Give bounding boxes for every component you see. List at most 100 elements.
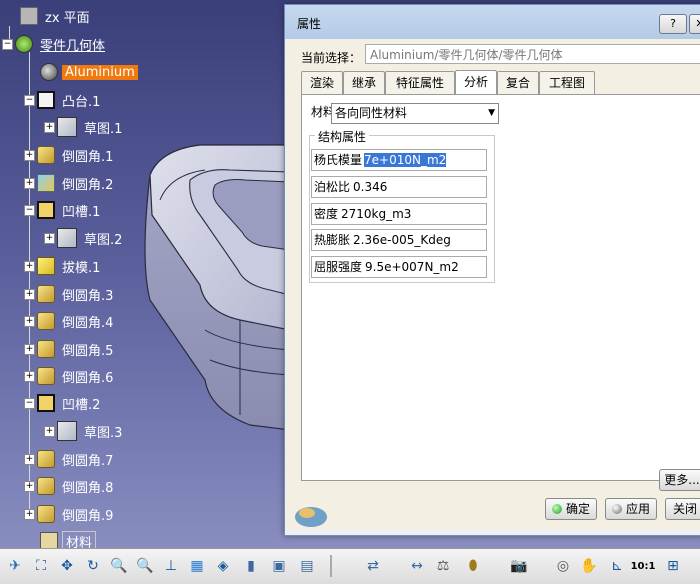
sketch-icon xyxy=(57,421,77,441)
expand-toggle[interactable]: + xyxy=(24,288,35,300)
property-label: 密度 xyxy=(314,207,339,221)
body-icon xyxy=(15,35,33,53)
property-value[interactable]: 0.346 xyxy=(353,180,387,194)
close-button[interactable]: 关闭 xyxy=(665,498,700,520)
tab-inheritance[interactable]: 继承 xyxy=(343,71,385,94)
swap-visible-icon[interactable]: ▤ xyxy=(296,555,318,577)
iso-view-icon[interactable]: ◈ xyxy=(212,555,234,577)
dialog-titlebar[interactable]: 属性 ? ✕ xyxy=(285,5,700,39)
tree-item-label: 倒圆角.8 xyxy=(62,480,114,496)
hide-show-icon[interactable]: ▣ xyxy=(268,555,290,577)
tree-item-fillet-4[interactable]: + 倒圆角.4 xyxy=(24,310,116,332)
tree-item-fillet-1[interactable]: + 倒圆角.1 xyxy=(24,144,116,166)
tree-item-fillet-8[interactable]: + 倒圆角.8 xyxy=(24,475,116,497)
hand-icon[interactable]: ✋ xyxy=(578,555,600,577)
property-value[interactable]: 9.5e+007N_m2 xyxy=(365,260,459,274)
zoom-out-icon[interactable]: 🔍 xyxy=(134,555,156,577)
tree-item-label: 倒圆角.7 xyxy=(62,453,114,469)
collapse-toggle[interactable]: − xyxy=(24,94,35,106)
tree-item-fillet-9[interactable]: + 倒圆角.9 xyxy=(24,503,116,525)
ok-button[interactable]: 确定 xyxy=(545,498,597,520)
expand-toggle[interactable]: + xyxy=(44,425,55,437)
expand-toggle[interactable]: + xyxy=(24,343,35,355)
fit-all-icon[interactable]: ⛶ xyxy=(30,555,52,577)
apply-material-icon[interactable]: ⬮ xyxy=(462,555,484,577)
ok-icon xyxy=(551,504,562,514)
collapse-toggle[interactable]: − xyxy=(2,38,13,50)
grid-icon[interactable]: ⊞ xyxy=(662,555,684,577)
material-icon xyxy=(40,63,58,81)
expand-toggle[interactable]: + xyxy=(44,121,55,133)
more-button[interactable]: 更多... xyxy=(659,469,700,491)
expand-toggle[interactable]: + xyxy=(24,480,35,492)
property-value[interactable]: 2.36e-005_Kdeg xyxy=(353,233,451,247)
tree-item-label: 草图.2 xyxy=(84,232,123,248)
expand-toggle[interactable]: + xyxy=(24,315,35,327)
expand-toggle[interactable]: + xyxy=(24,453,35,465)
tree-item-pad-1[interactable]: − 凸台.1 xyxy=(24,89,103,111)
property-value[interactable]: 2710kg_m3 xyxy=(341,207,411,221)
youngs-modulus-field[interactable]: 杨氏模量 7e+010N_m2 xyxy=(311,149,487,171)
multi-view-icon[interactable]: ▦ xyxy=(186,555,208,577)
collapse-toggle[interactable]: − xyxy=(24,397,35,409)
tree-item-label: 倒圆角.1 xyxy=(62,149,114,165)
chevron-down-icon: ▼ xyxy=(488,108,495,118)
close-window-button[interactable]: ✕ xyxy=(689,14,700,34)
poisson-ratio-field[interactable]: 泊松比 0.346 xyxy=(311,176,487,198)
tree-item-fillet-7[interactable]: + 倒圆角.7 xyxy=(24,448,116,470)
tree-item-sketch-1[interactable]: + 草图.1 xyxy=(44,116,125,138)
tab-drawing[interactable]: 工程图 xyxy=(539,71,595,94)
tree-item-label: 拔模.1 xyxy=(62,260,101,276)
expand-toggle[interactable]: + xyxy=(24,177,35,189)
capture-icon[interactable]: 📷 xyxy=(508,555,530,577)
fillet-icon xyxy=(37,285,55,303)
expand-toggle[interactable]: + xyxy=(24,260,35,272)
thermal-expansion-field[interactable]: 热膨胀 2.36e-005_Kdeg xyxy=(311,229,487,251)
tab-feature-properties[interactable]: 特征属性 xyxy=(385,71,455,94)
expand-toggle[interactable]: + xyxy=(24,508,35,520)
tree-item-fillet-5[interactable]: + 倒圆角.5 xyxy=(24,338,116,360)
measure-inertia-icon[interactable]: ⚖ xyxy=(432,555,454,577)
tree-item-pocket-1[interactable]: − 凹槽.1 xyxy=(24,199,103,221)
zoom-in-icon[interactable]: 🔍 xyxy=(108,555,130,577)
tree-item-sketch-2[interactable]: + 草图.2 xyxy=(44,227,125,249)
tab-rendering[interactable]: 渲染 xyxy=(301,71,343,94)
collapse-toggle[interactable]: − xyxy=(24,204,35,216)
property-value[interactable]: 7e+010N_m2 xyxy=(364,153,447,167)
tree-item-zx-plane[interactable]: zx 平面 xyxy=(20,5,93,27)
tab-analysis[interactable]: 分析 xyxy=(455,70,497,95)
lighting-icon[interactable]: ◎ xyxy=(552,555,574,577)
apply-button[interactable]: 应用 xyxy=(605,498,657,520)
tree-item-pocket-2[interactable]: − 凹槽.2 xyxy=(24,392,103,414)
expand-toggle[interactable]: + xyxy=(24,370,35,382)
yield-strength-field[interactable]: 屈服强度 9.5e+007N_m2 xyxy=(311,256,487,278)
tree-item-fillet-3[interactable]: + 倒圆角.3 xyxy=(24,283,116,305)
pad-icon xyxy=(37,91,55,109)
tree-item-part-body[interactable]: − 零件几何体 xyxy=(2,33,108,55)
tree-item-sketch-3[interactable]: + 草图.3 xyxy=(44,420,125,442)
tab-composites[interactable]: 复合 xyxy=(497,71,539,94)
update-icon[interactable]: ⇄ xyxy=(362,555,384,577)
help-button[interactable]: ? xyxy=(659,14,687,34)
tree-item-draft-1[interactable]: + 拔模.1 xyxy=(24,255,103,277)
expand-toggle[interactable]: + xyxy=(44,232,55,244)
tree-item-label: 倒圆角.2 xyxy=(62,177,114,193)
tree-item-aluminium[interactable]: Aluminium xyxy=(40,61,138,83)
fly-mode-icon[interactable]: ✈ xyxy=(4,555,26,577)
tree-item-fillet-6[interactable]: + 倒圆角.6 xyxy=(24,365,116,387)
sketch-icon xyxy=(57,117,77,137)
zoom-scale[interactable]: 10:1 xyxy=(628,555,658,577)
expand-toggle[interactable]: + xyxy=(24,149,35,161)
material-type-select[interactable]: 各向同性材料 ▼ xyxy=(331,103,499,124)
tree-item-label: 草图.1 xyxy=(84,121,123,137)
measure-icon[interactable]: ↔ xyxy=(406,555,428,577)
properties-dialog: 属性 ? ✕ 当前选择： Aluminium/零件几何体/零件几何体 渲染 继承… xyxy=(284,4,700,536)
tree-item-fillet-2[interactable]: + 倒圆角.2 xyxy=(24,172,116,194)
pan-icon[interactable]: ✥ xyxy=(56,555,78,577)
specification-tree[interactable]: zx 平面 − 零件几何体 Aluminium − 凸台.1 + 草图.1 + … xyxy=(0,0,290,552)
density-field[interactable]: 密度 2710kg_m3 xyxy=(311,203,487,225)
shading-icon[interactable]: ▮ xyxy=(240,555,262,577)
rotate-icon[interactable]: ↻ xyxy=(82,555,104,577)
normal-view-icon[interactable]: ⊥ xyxy=(160,555,182,577)
axis-icon[interactable]: ⊾ xyxy=(606,555,628,577)
